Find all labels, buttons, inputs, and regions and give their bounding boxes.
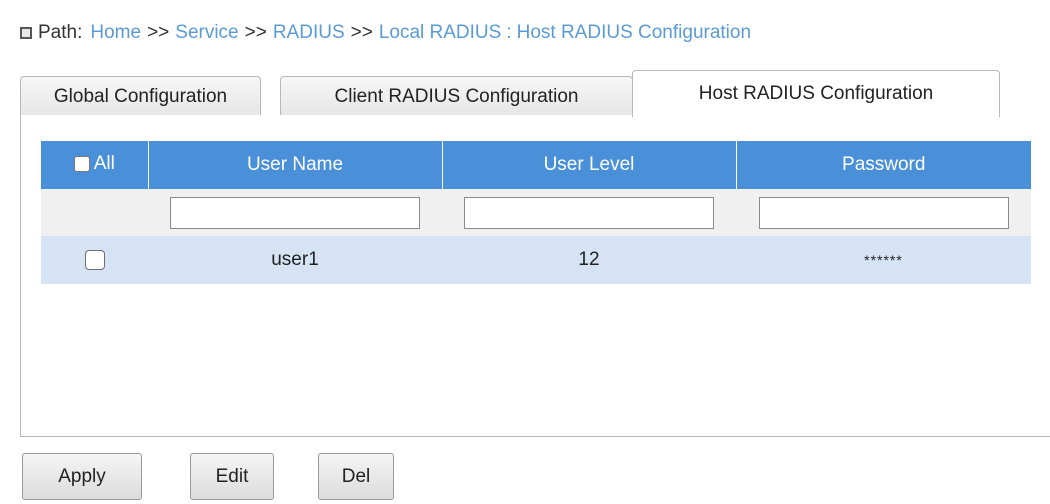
breadcrumb-home[interactable]: Home xyxy=(90,22,141,44)
path-square-icon xyxy=(20,27,32,39)
filter-cell xyxy=(736,189,1031,236)
filter-cell xyxy=(148,189,442,236)
row-checkbox[interactable] xyxy=(84,249,105,270)
tab-bar: Global Configuration Client RADIUS Confi… xyxy=(20,70,1050,117)
select-all-checkbox[interactable] xyxy=(73,155,90,172)
row-select-cell xyxy=(41,236,148,284)
breadcrumb-local-radius[interactable]: Local RADIUS xyxy=(379,22,502,44)
breadcrumb-current: Host RADIUS Configuration xyxy=(516,22,752,43)
apply-button[interactable]: Apply xyxy=(22,453,142,500)
del-button[interactable]: Del xyxy=(318,453,394,500)
content-panel: All User Name User Level Password user1 … xyxy=(20,115,1050,437)
breadcrumb: Path: Home >> Service >> RADIUS >> Local… xyxy=(20,20,751,46)
filter-cell xyxy=(442,189,736,236)
tab-global-configuration[interactable]: Global Configuration xyxy=(20,76,261,116)
select-all-label: All xyxy=(93,152,115,174)
cell-password: ****** xyxy=(736,236,1031,284)
path-label: Path: xyxy=(38,22,83,43)
cell-user-level: 12 xyxy=(442,236,736,284)
column-header-user-name: User Name xyxy=(148,141,443,189)
tab-host-radius-configuration[interactable]: Host RADIUS Configuration xyxy=(632,70,1000,117)
breadcrumb-service[interactable]: Service xyxy=(175,22,238,44)
tab-client-radius-configuration[interactable]: Client RADIUS Configuration xyxy=(280,76,633,116)
password-filter-input[interactable] xyxy=(758,196,1009,229)
cell-user-name: user1 xyxy=(148,236,442,284)
user-name-filter-input[interactable] xyxy=(170,196,420,229)
breadcrumb-radius[interactable]: RADIUS xyxy=(273,22,345,44)
breadcrumb-separator: >> xyxy=(350,22,373,43)
table-header-row: All User Name User Level Password xyxy=(41,141,1031,189)
column-header-password: Password xyxy=(736,141,1031,189)
filter-row xyxy=(41,189,1031,236)
table-row[interactable]: user1 12 ****** xyxy=(41,236,1031,284)
filter-empty-cell xyxy=(41,189,148,236)
breadcrumb-separator: >> xyxy=(147,22,170,43)
breadcrumb-separator: >> xyxy=(244,22,267,43)
column-header-user-level: User Level xyxy=(442,141,737,189)
user-level-filter-input[interactable] xyxy=(464,196,714,229)
edit-button[interactable]: Edit xyxy=(190,453,274,500)
users-table: All User Name User Level Password user1 … xyxy=(41,141,1031,284)
select-all-header: All xyxy=(41,141,149,189)
breadcrumb-colon: : xyxy=(506,22,512,43)
